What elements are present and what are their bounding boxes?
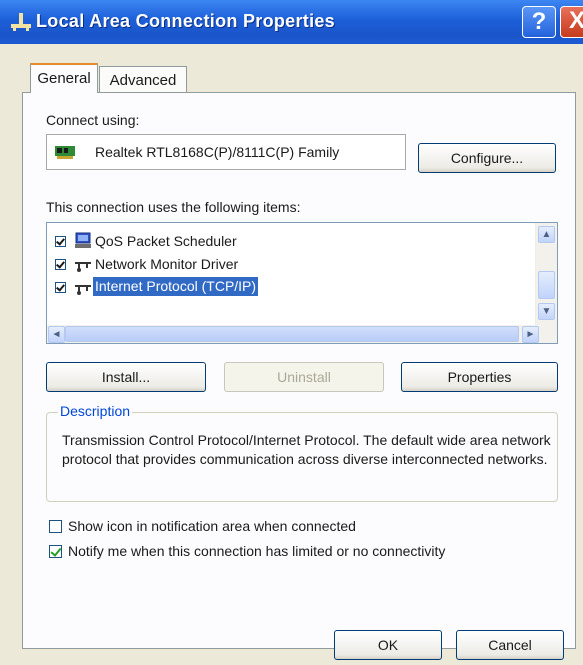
network-connection-icon: [11, 13, 31, 31]
help-button[interactable]: ?: [522, 6, 556, 38]
item-label: QoS Packet Scheduler: [95, 233, 237, 249]
network-adapter-icon: [55, 146, 75, 159]
connect-using-label: Connect using:: [46, 112, 140, 128]
description-legend: Description: [58, 403, 133, 419]
adapter-name: Realtek RTL8168C(P)/8111C(P) Family: [95, 144, 340, 160]
components-list[interactable]: QoS Packet Scheduler Network Monitor Dri…: [46, 222, 558, 344]
cancel-button[interactable]: Cancel: [456, 630, 564, 660]
item-checkbox[interactable]: [55, 282, 66, 293]
network-protocol-icon: [75, 285, 91, 295]
item-checkbox[interactable]: [55, 236, 66, 247]
tab-advanced[interactable]: Advanced: [99, 66, 187, 92]
notify-checkbox[interactable]: [49, 545, 62, 558]
close-button[interactable]: X: [560, 6, 583, 38]
show-icon-label[interactable]: Show icon in notification area when conn…: [68, 518, 356, 534]
scroll-right-button[interactable]: ►: [522, 326, 539, 343]
items-label: This connection uses the following items…: [46, 199, 301, 215]
scroll-down-button[interactable]: ▼: [538, 303, 555, 320]
window-title: Local Area Connection Properties: [36, 11, 335, 31]
item-label: Internet Protocol (TCP/IP): [93, 277, 259, 296]
scroll-thumb[interactable]: [538, 271, 555, 299]
properties-button[interactable]: Properties: [401, 362, 558, 392]
scroll-up-button[interactable]: ▲: [538, 226, 555, 243]
tab-general[interactable]: General: [30, 63, 98, 93]
description-text: Transmission Control Protocol/Internet P…: [62, 432, 551, 467]
horizontal-scroll-thumb[interactable]: [65, 326, 519, 342]
show-icon-checkbox[interactable]: [49, 520, 62, 533]
item-label: Network Monitor Driver: [95, 256, 239, 272]
notify-label[interactable]: Notify me when this connection has limit…: [68, 543, 445, 559]
title-bar[interactable]: Local Area Connection Properties ? X: [0, 0, 583, 44]
scroll-left-button[interactable]: ◄: [48, 326, 65, 343]
qos-scheduler-icon: [75, 232, 91, 248]
configure-button[interactable]: Configure...: [418, 143, 556, 173]
adapter-field: Realtek RTL8168C(P)/8111C(P) Family: [46, 134, 406, 170]
ok-button[interactable]: OK: [334, 630, 442, 660]
horizontal-scrollbar[interactable]: ◄ ►: [47, 325, 557, 343]
vertical-scrollbar[interactable]: ▲ ▼: [535, 223, 557, 327]
uninstall-button[interactable]: Uninstall: [224, 362, 384, 392]
network-protocol-icon: [75, 262, 91, 272]
item-checkbox[interactable]: [55, 259, 66, 270]
install-button[interactable]: Install...: [46, 362, 206, 392]
